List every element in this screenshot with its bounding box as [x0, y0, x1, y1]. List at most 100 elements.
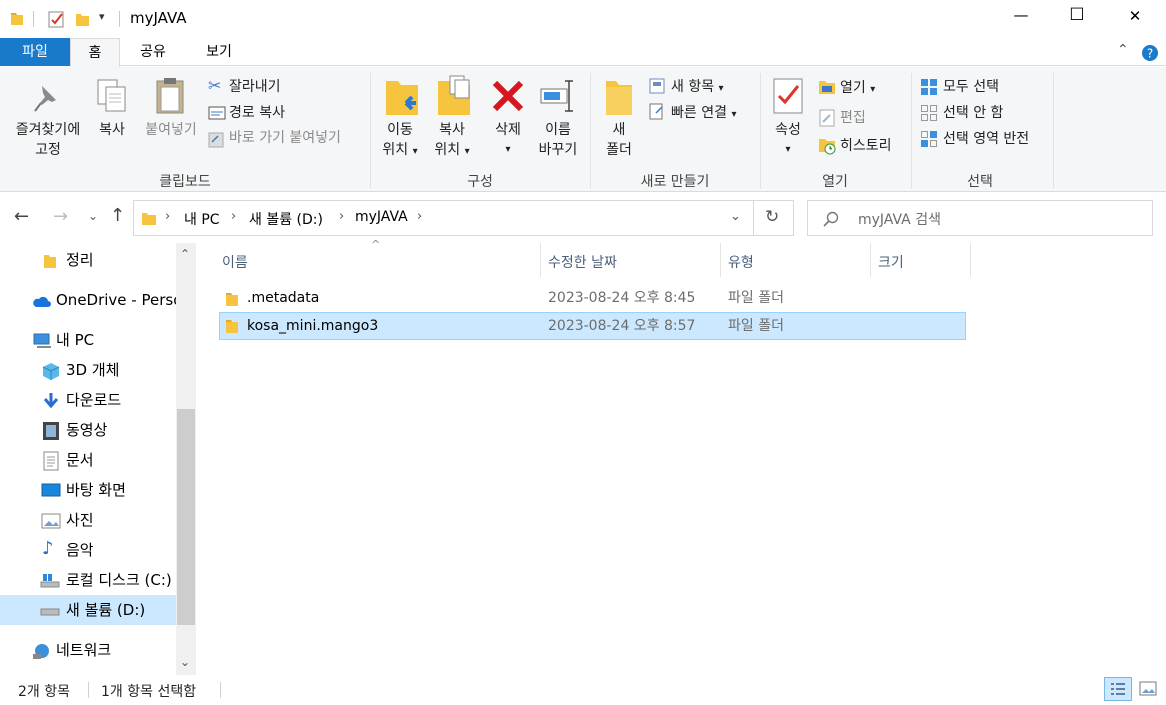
minimize-button[interactable]: — — [1010, 6, 1032, 24]
nav-item-network[interactable]: 네트워크 — [0, 635, 176, 665]
breadcrumb-myjava[interactable]: myJAVA — [355, 209, 408, 225]
invert-selection-button[interactable]: 선택 영역 반전 — [943, 129, 1029, 149]
chevron-down-icon: ▾ — [464, 146, 470, 157]
nav-scrollbar[interactable]: ⌃ ⌄ — [176, 243, 196, 675]
column-header-modified[interactable]: 수정한 날짜 — [548, 248, 617, 278]
table-row[interactable]: kosa_mini.mango3 2023-08-24 오후 8:57 파일 폴… — [219, 312, 966, 340]
forward-arrow-icon[interactable]: → — [53, 206, 68, 227]
paste-shortcut-icon — [208, 132, 224, 148]
search-box[interactable]: myJAVA 검색 — [807, 200, 1153, 236]
table-row[interactable]: .metadata 2023-08-24 오후 8:45 파일 폴더 — [219, 285, 966, 313]
open-button[interactable]: 열기 ▾ — [840, 78, 875, 100]
chevron-down-icon: ▾ — [731, 109, 737, 120]
nav-item-music[interactable]: ♪ 음악 — [0, 535, 176, 565]
maximize-button[interactable]: ☐ — [1066, 5, 1088, 25]
collapse-ribbon-icon[interactable]: ⌃ — [1117, 42, 1129, 58]
nav-item-local-disk-c[interactable]: 로컬 디스크 (C:) — [0, 565, 176, 595]
rename-button[interactable]: 이름 바꾸기 — [533, 120, 583, 160]
network-icon — [33, 644, 49, 659]
cut-button[interactable]: 잘라내기 — [229, 77, 281, 97]
properties-icon — [773, 78, 803, 114]
large-icons-view-button[interactable] — [1136, 677, 1160, 701]
file-modified: 2023-08-24 오후 8:57 — [548, 318, 696, 334]
close-button[interactable]: ✕ — [1124, 7, 1146, 25]
edit-icon — [819, 109, 835, 127]
status-bar: 2개 항목 1개 항목 선택함 — [0, 675, 1166, 705]
nav-item-downloads[interactable]: 다운로드 — [0, 385, 176, 415]
file-name: .metadata — [247, 290, 320, 306]
copy-to-button[interactable]: 복사 위치 ▾ — [428, 120, 476, 162]
tab-file[interactable]: 파일 — [0, 38, 70, 66]
breadcrumb-separator-icon[interactable]: › — [165, 209, 170, 224]
breadcrumb-separator-icon[interactable]: › — [231, 209, 236, 224]
folder-icon — [44, 255, 56, 268]
scrollbar-thumb[interactable] — [177, 409, 195, 625]
back-arrow-icon[interactable]: ← — [14, 206, 29, 227]
new-folder-button[interactable]: 새 폴더 — [599, 120, 639, 160]
scroll-up-icon[interactable]: ⌃ — [180, 247, 190, 261]
edit-button[interactable]: 편집 — [840, 108, 866, 128]
ribbon-tabs: 파일 홈 공유 보기 ⌃ ? — [0, 38, 1166, 67]
select-all-button[interactable]: 모두 선택 — [943, 77, 999, 97]
scissors-icon: ✂ — [208, 76, 222, 95]
svg-text:?: ? — [1147, 47, 1153, 61]
delete-button[interactable]: 삭제 ▾ — [488, 120, 528, 160]
column-header-size[interactable]: 크기 — [878, 248, 904, 278]
tab-home[interactable]: 홈 — [70, 38, 120, 67]
copy-button[interactable]: 복사 — [92, 120, 132, 140]
easy-access-icon — [649, 103, 663, 120]
scroll-down-icon[interactable]: ⌄ — [180, 655, 190, 669]
folder-icon — [226, 293, 238, 306]
details-view-button[interactable] — [1104, 677, 1132, 701]
search-placeholder: myJAVA 검색 — [858, 212, 941, 228]
folder-icon — [226, 320, 238, 333]
properties-button[interactable]: 속성 ▾ — [768, 120, 808, 160]
chevron-down-icon: ▾ — [718, 83, 724, 94]
column-header-name[interactable]: 이름 — [222, 248, 248, 278]
recent-locations-chevron-icon[interactable]: ⌄ — [88, 209, 98, 223]
nav-item-desktop[interactable]: 바탕 화면 — [0, 475, 176, 505]
move-to-icon — [386, 81, 418, 115]
paste-button[interactable]: 붙여넣기 — [138, 120, 204, 140]
delete-icon — [492, 80, 524, 112]
new-item-button[interactable]: 새 항목 ▾ — [671, 77, 724, 99]
up-arrow-icon[interactable]: ↑ — [110, 205, 125, 226]
group-label-select: 선택 — [967, 174, 993, 190]
new-folder-qat-icon[interactable] — [74, 10, 92, 28]
nav-item-organize[interactable]: 정리 — [0, 245, 176, 275]
nav-item-volume-d[interactable]: 새 볼륨 (D:) — [0, 595, 176, 625]
select-none-button[interactable]: 선택 안 함 — [943, 103, 1003, 123]
properties-qat-icon[interactable] — [48, 10, 66, 28]
breadcrumb-this-pc[interactable]: 내 PC — [184, 209, 220, 229]
address-bar[interactable]: › 내 PC › 새 볼륨 (D:) › myJAVA › ⌄ — [133, 200, 754, 236]
qat-dropdown-icon[interactable]: ▾ — [99, 10, 105, 23]
nav-item-3d-objects[interactable]: 3D 개체 — [0, 355, 176, 385]
breadcrumb-separator-icon[interactable]: › — [339, 209, 344, 224]
group-label-organize: 구성 — [467, 174, 493, 190]
nav-item-this-pc[interactable]: 내 PC — [0, 325, 176, 355]
tab-view[interactable]: 보기 — [188, 38, 250, 66]
breadcrumb-volume-d[interactable]: 새 볼륨 (D:) — [249, 209, 323, 229]
help-icon[interactable]: ? — [1141, 44, 1159, 62]
nav-item-documents[interactable]: 문서 — [0, 445, 176, 475]
cube-icon — [42, 363, 60, 380]
file-list: ^ 이름 수정한 날짜 유형 크기 .metadata 2023-08-24 오… — [196, 238, 1166, 675]
nav-item-pictures[interactable]: 사진 — [0, 505, 176, 535]
refresh-button[interactable]: ↻ — [754, 200, 794, 236]
address-history-chevron-icon[interactable]: ⌄ — [730, 209, 741, 224]
easy-access-button[interactable]: 빠른 연결 ▾ — [671, 103, 736, 125]
tab-share[interactable]: 공유 — [124, 38, 182, 66]
breadcrumb-separator-icon[interactable]: › — [417, 209, 422, 224]
move-to-button[interactable]: 이동 위치 ▾ — [376, 120, 424, 162]
copy-icon — [97, 79, 126, 112]
music-icon: ♪ — [42, 538, 54, 559]
new-item-icon — [649, 78, 665, 94]
sort-ascending-icon: ^ — [371, 238, 381, 251]
history-button[interactable]: 히스토리 — [840, 136, 892, 156]
pin-to-quick-access-button[interactable]: 즐겨찾기에 고정 — [6, 120, 90, 160]
nav-item-onedrive[interactable]: OneDrive - Personal — [0, 285, 176, 315]
copy-path-button[interactable]: 경로 복사 — [229, 103, 285, 123]
column-header-type[interactable]: 유형 — [728, 248, 754, 278]
paste-shortcut-button[interactable]: 바로 가기 붙여넣기 — [229, 128, 341, 148]
nav-item-videos[interactable]: 동영상 — [0, 415, 176, 445]
